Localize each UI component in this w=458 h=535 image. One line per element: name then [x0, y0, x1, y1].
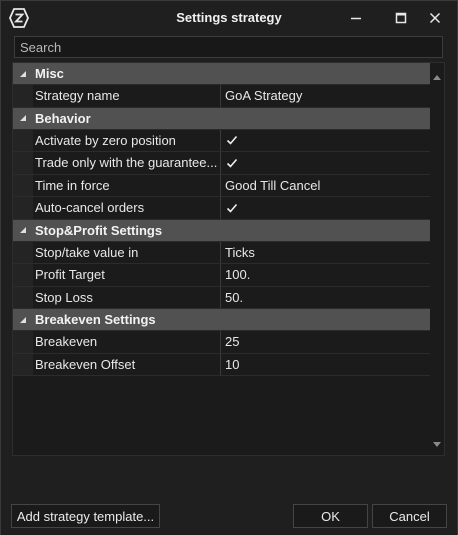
property-name: Time in force [33, 174, 221, 196]
category-behavior[interactable]: Behavior [13, 107, 431, 130]
cancel-button[interactable]: Cancel [372, 504, 447, 528]
ok-button[interactable]: OK [293, 504, 368, 528]
auto-cancel-orders-checkbox[interactable] [221, 197, 431, 219]
property-name: Auto-cancel orders [33, 197, 221, 219]
checkmark-icon [225, 201, 239, 215]
collapse-icon[interactable] [13, 63, 33, 85]
activate-zero-position-checkbox[interactable] [221, 130, 431, 152]
property-row-strategy-name[interactable]: Strategy name GoA Strategy [13, 85, 431, 108]
property-row-breakeven-offset[interactable]: Breakeven Offset 10 [13, 353, 431, 376]
property-row-time-in-force[interactable]: Time in force Good Till Cancel [13, 174, 431, 197]
search-input[interactable] [15, 37, 442, 57]
property-name: Profit Target [33, 264, 221, 286]
add-strategy-template-button[interactable]: Add strategy template... [11, 504, 160, 528]
property-name: Trade only with the guarantee... [33, 152, 221, 174]
property-name: Activate by zero position [33, 129, 221, 151]
property-row-breakeven[interactable]: Breakeven 25 [13, 331, 431, 354]
property-name: Breakeven [33, 331, 221, 353]
collapse-icon[interactable] [13, 309, 33, 331]
property-name: Breakeven Offset [33, 353, 221, 375]
property-grid-rows: Misc Strategy name GoA Strategy Behavior… [13, 63, 431, 376]
minimize-button[interactable] [342, 5, 370, 31]
category-label: Misc [35, 66, 64, 81]
vertical-scrollbar[interactable] [430, 63, 444, 455]
search-box [14, 36, 443, 58]
property-name: Stop/take value in [33, 241, 221, 263]
checkmark-icon [225, 133, 239, 147]
property-row-activate-zero-position[interactable]: Activate by zero position [13, 129, 431, 152]
breakeven-offset-field[interactable]: 10 [221, 354, 431, 376]
category-breakeven[interactable]: Breakeven Settings [13, 309, 431, 331]
scroll-up-icon[interactable] [433, 68, 441, 83]
property-row-stop-loss[interactable]: Stop Loss 50. [13, 286, 431, 309]
checkmark-icon [225, 156, 239, 170]
settings-window: Settings strategy Misc [0, 0, 458, 535]
trade-guarantee-checkbox[interactable] [221, 152, 431, 174]
category-label: Breakeven Settings [35, 312, 156, 327]
property-row-stop-take-value[interactable]: Stop/take value in Ticks [13, 241, 431, 264]
breakeven-field[interactable]: 25 [221, 331, 431, 353]
property-row-auto-cancel-orders[interactable]: Auto-cancel orders [13, 197, 431, 220]
collapse-icon[interactable] [13, 107, 33, 129]
property-grid: Misc Strategy name GoA Strategy Behavior… [12, 62, 445, 456]
property-row-trade-guarantee[interactable]: Trade only with the guarantee... [13, 152, 431, 175]
maximize-icon [395, 12, 407, 24]
property-name: Strategy name [33, 85, 221, 107]
collapse-icon[interactable] [13, 219, 33, 241]
profit-target-field[interactable]: 100. [221, 264, 431, 286]
close-button[interactable] [421, 5, 449, 31]
property-name: Stop Loss [33, 286, 221, 308]
category-misc[interactable]: Misc [13, 63, 431, 85]
stop-take-value-select[interactable]: Ticks [221, 242, 431, 264]
strategy-name-value[interactable]: GoA Strategy [221, 85, 431, 107]
minimize-icon [350, 12, 362, 24]
scroll-down-icon[interactable] [433, 435, 441, 450]
category-label: Stop&Profit Settings [35, 222, 163, 238]
category-label: Behavior [35, 110, 91, 126]
dialog-footer: Add strategy template... OK Cancel [1, 459, 457, 535]
time-in-force-select[interactable]: Good Till Cancel [221, 175, 431, 197]
close-icon [429, 12, 441, 24]
property-row-profit-target[interactable]: Profit Target 100. [13, 264, 431, 287]
maximize-button[interactable] [387, 5, 415, 31]
title-bar[interactable]: Settings strategy [1, 1, 457, 34]
category-stop-profit[interactable]: Stop&Profit Settings [13, 219, 431, 242]
stop-loss-field[interactable]: 50. [221, 287, 431, 309]
